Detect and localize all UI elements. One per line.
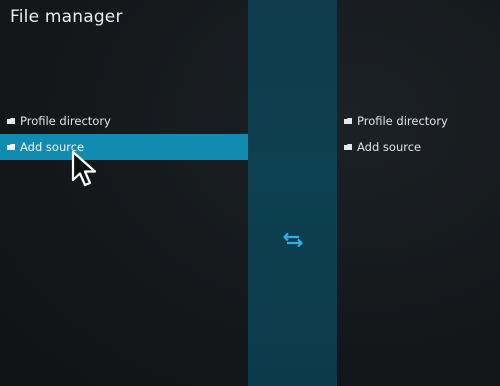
mouse-pointer-icon bbox=[71, 150, 99, 188]
folder-icon bbox=[341, 144, 355, 150]
list-item-add-source[interactable]: Add source bbox=[0, 134, 248, 160]
list-item-profile-directory[interactable]: Profile directory bbox=[337, 108, 500, 134]
list-item-profile-directory[interactable]: Profile directory bbox=[0, 108, 248, 134]
folder-icon bbox=[4, 118, 18, 124]
left-source-list: Profile directory Add source bbox=[0, 108, 248, 160]
folder-icon bbox=[341, 118, 355, 124]
folder-icon bbox=[4, 144, 18, 150]
file-manager-screen: File manager Profile directory Add sourc… bbox=[0, 0, 500, 386]
right-pane: Profile directory Add source bbox=[337, 0, 500, 386]
list-item-label: Profile directory bbox=[357, 114, 448, 128]
list-item-label: Profile directory bbox=[20, 114, 111, 128]
right-source-list: Profile directory Add source bbox=[337, 108, 500, 160]
center-divider bbox=[248, 0, 337, 386]
left-pane: Profile directory Add source bbox=[0, 0, 248, 386]
list-item-add-source[interactable]: Add source bbox=[337, 134, 500, 160]
swap-arrows-icon[interactable] bbox=[282, 231, 304, 249]
list-item-label: Add source bbox=[357, 140, 422, 154]
